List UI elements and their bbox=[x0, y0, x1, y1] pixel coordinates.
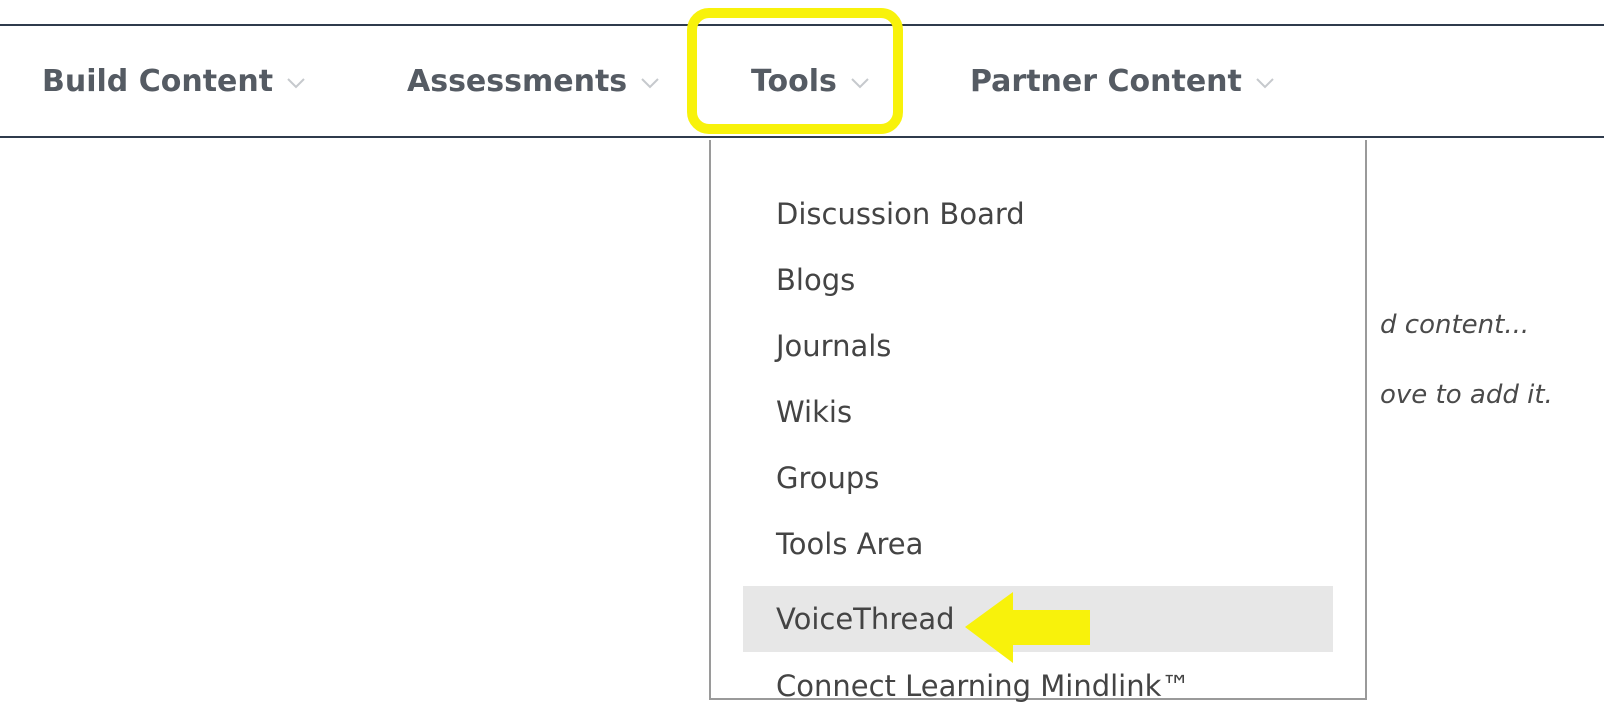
chevron-down-icon bbox=[641, 77, 659, 89]
build-content-button[interactable]: Build Content bbox=[42, 60, 305, 104]
help-text-line-1: d content... bbox=[1380, 310, 1530, 340]
dropdown-item-wikis[interactable]: Wikis bbox=[776, 390, 852, 434]
partner-content-label: Partner Content bbox=[970, 64, 1242, 99]
dropdown-item-groups[interactable]: Groups bbox=[776, 456, 879, 500]
dropdown-item-connect-learning[interactable]: Connect Learning Mindlink™ bbox=[776, 664, 1190, 708]
help-text-line-2: ove to add it. bbox=[1380, 380, 1553, 410]
chevron-down-icon bbox=[851, 77, 869, 89]
tools-dropdown-menu: Discussion Board Blogs Journals Wikis Gr… bbox=[709, 140, 1367, 703]
dropdown-item-tools-area[interactable]: Tools Area bbox=[776, 522, 923, 566]
dropdown-item-blogs[interactable]: Blogs bbox=[776, 258, 855, 302]
tools-button[interactable]: Tools bbox=[751, 60, 869, 104]
assessments-label: Assessments bbox=[407, 64, 628, 99]
dropdown-item-discussion-board[interactable]: Discussion Board bbox=[776, 192, 1025, 236]
dropdown-item-journals[interactable]: Journals bbox=[776, 324, 891, 368]
partner-content-button[interactable]: Partner Content bbox=[970, 60, 1274, 104]
chevron-down-icon bbox=[287, 77, 305, 89]
toolbar-bottom-border bbox=[0, 136, 1604, 138]
chevron-down-icon bbox=[1256, 77, 1274, 89]
assessments-button[interactable]: Assessments bbox=[407, 60, 659, 104]
dropdown-item-voicethread[interactable]: VoiceThread bbox=[776, 597, 955, 641]
build-content-label: Build Content bbox=[42, 64, 274, 99]
tools-label: Tools bbox=[751, 64, 837, 99]
